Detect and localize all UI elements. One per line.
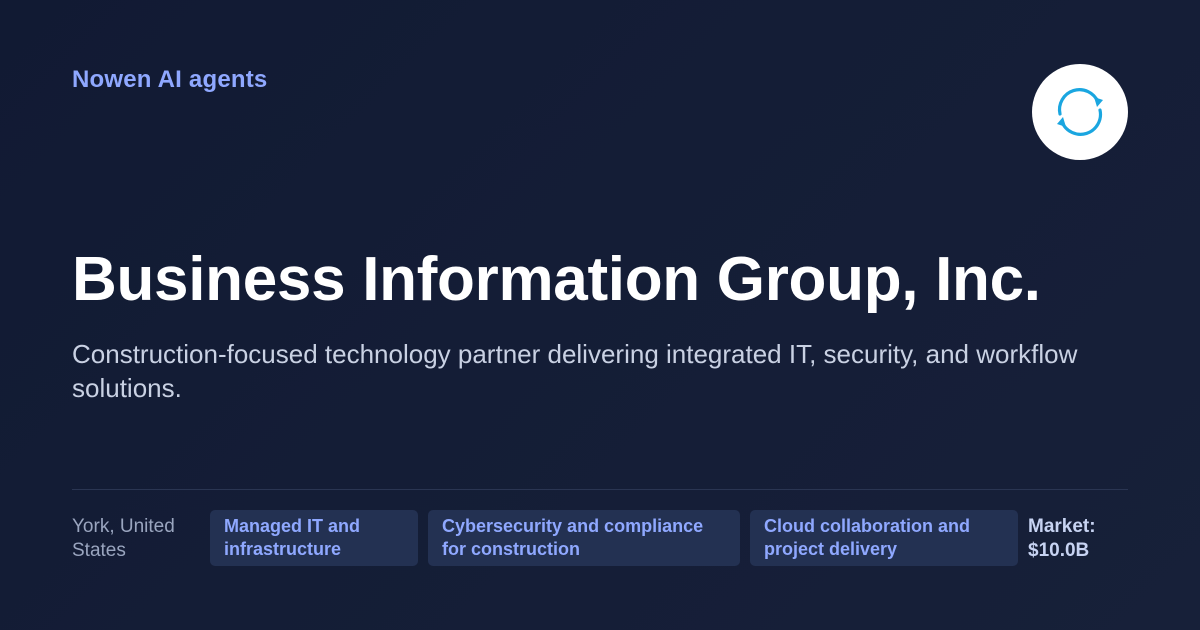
brand-name: Nowen AI agents [72,66,268,93]
tag-cybersecurity: Cybersecurity and compliance for constru… [428,510,740,566]
tag-cloud-collaboration: Cloud collaboration and project delivery [750,510,1018,566]
market-size: Market: $10.0B [1028,515,1128,563]
company-location: York, United States [72,516,175,561]
company-name: Business Information Group, Inc. [72,245,1041,314]
company-logo [1032,64,1128,160]
company-description: Construction-focused technology partner … [72,339,1078,403]
divider [72,489,1128,490]
market-value: $10.0B [1028,540,1090,561]
market-label: Market: [1028,516,1096,537]
tag-managed-it: Managed IT and infrastructure [210,510,418,566]
refresh-cycle-icon [1057,88,1103,136]
